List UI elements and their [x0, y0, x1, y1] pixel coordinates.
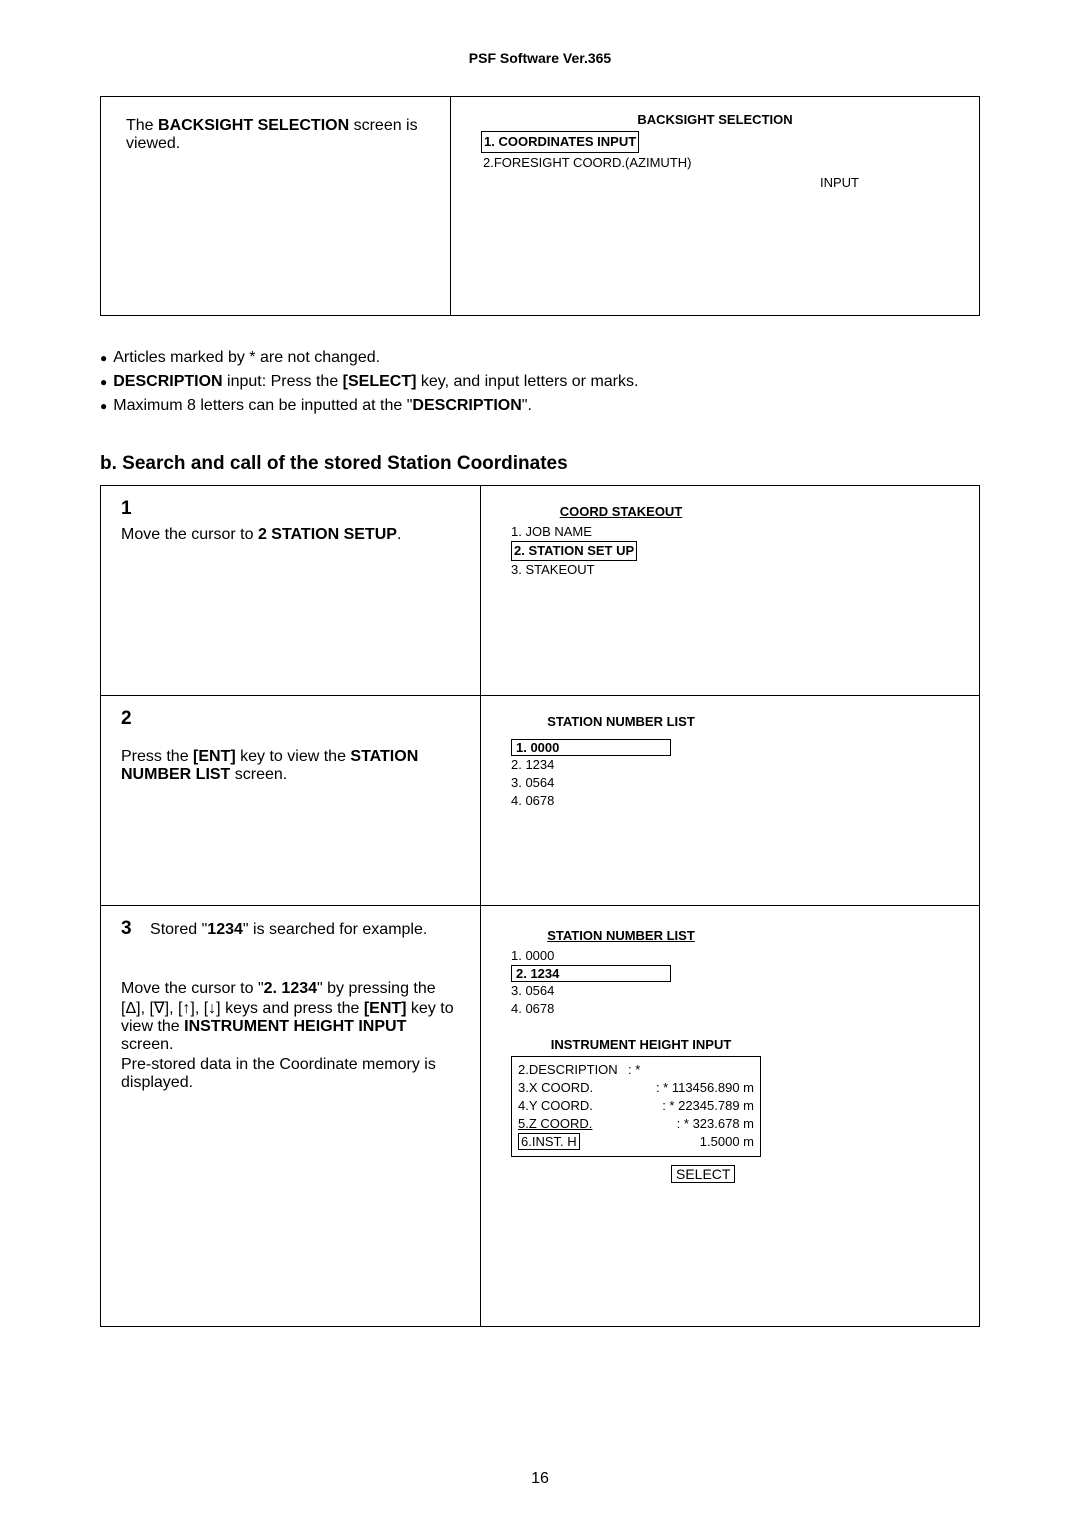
- screen-title: STATION NUMBER LIST: [511, 714, 731, 729]
- screen-line: 3. STAKEOUT: [511, 561, 949, 579]
- text: The: [126, 117, 158, 134]
- text: key to view the: [236, 748, 351, 765]
- screen-line: 1. 0000: [511, 947, 949, 965]
- screen-line-selected: 2. 1234: [511, 965, 671, 982]
- step-left: 1 Move the cursor to 2 STATION SETUP.: [101, 486, 481, 695]
- text: Move the cursor to ": [121, 980, 264, 997]
- text: Move the cursor to: [121, 526, 258, 543]
- step-row: 2 Press the [ENT] key to view the STATIO…: [101, 696, 979, 906]
- text: screen.: [230, 766, 287, 783]
- mini-screen: STATION NUMBER LIST 1. 0000 2. 1234 3. 0…: [511, 714, 949, 811]
- text: Articles marked by * are not changed.: [113, 349, 380, 366]
- text: " is searched for example.: [243, 921, 427, 938]
- screen-line: 2. 1234: [511, 756, 949, 774]
- step-row: 1 Move the cursor to 2 STATION SETUP. CO…: [101, 486, 979, 696]
- text-bold: DESCRIPTION: [412, 397, 521, 414]
- text-bold: DESCRIPTION: [113, 373, 222, 390]
- instrument-box: 2.DESCRIPTION: * 3.X COORD.: * 113456.89…: [511, 1056, 761, 1157]
- label: 2.DESCRIPTION: [518, 1061, 628, 1079]
- step-number: 1: [121, 498, 460, 520]
- text-bold: 2. 1234: [264, 980, 317, 997]
- text: key, and input letters or marks.: [416, 373, 638, 390]
- instrument-title: INSTRUMENT HEIGHT INPUT: [511, 1037, 771, 1052]
- mini-screen: COORD STAKEOUT 1. JOB NAME 2. STATION SE…: [511, 504, 949, 580]
- top-left-text: The BACKSIGHT SELECTION screen is viewed…: [101, 97, 451, 315]
- text: Maximum 8 letters can be inputted at the…: [113, 397, 412, 414]
- bullet: DESCRIPTION input: Press the [SELECT] ke…: [100, 370, 980, 394]
- step-left: 2 Press the [ENT] key to view the STATIO…: [101, 696, 481, 905]
- value: : * 22345.789 m: [628, 1097, 754, 1115]
- text-bold: 1234: [207, 921, 243, 938]
- step-right: COORD STAKEOUT 1. JOB NAME 2. STATION SE…: [481, 486, 979, 695]
- text-bold: [ENT]: [364, 1000, 407, 1017]
- screen-line: 4. 0678: [511, 792, 949, 810]
- steps-table: 1 Move the cursor to 2 STATION SETUP. CO…: [100, 485, 980, 1327]
- bullets: Articles marked by * are not changed. DE…: [100, 346, 980, 418]
- section-heading: b. Search and call of the stored Station…: [100, 453, 980, 475]
- text: input: Press the: [223, 373, 343, 390]
- step-right: STATION NUMBER LIST 1. 0000 2. 1234 3. 0…: [481, 906, 979, 1326]
- text-bold: BACKSIGHT SELECTION: [158, 117, 349, 134]
- text: Pre-stored data in the Coordinate memory…: [121, 1056, 460, 1092]
- screen-line: 3. 0564: [511, 982, 949, 1000]
- text: Press the: [121, 748, 193, 765]
- page-header: PSF Software Ver.365: [100, 50, 980, 66]
- mini-screen: STATION NUMBER LIST 1. 0000 2. 1234 3. 0…: [511, 928, 949, 1019]
- value: : * 113456.890 m: [628, 1079, 754, 1097]
- text: 1. 0000: [516, 740, 559, 755]
- text: 2. 1234: [516, 966, 559, 981]
- bullet: Articles marked by * are not changed.: [100, 346, 980, 370]
- page-number: 16: [531, 1470, 549, 1488]
- screen-line: 3. 0564: [511, 774, 949, 792]
- text-bold: [SELECT]: [343, 373, 417, 390]
- top-box: The BACKSIGHT SELECTION screen is viewed…: [100, 96, 980, 316]
- text: Stored ": [150, 921, 207, 938]
- step-left: 3 Stored "1234" is searched for example.…: [101, 906, 481, 1326]
- top-right-screen: BACKSIGHT SELECTION 1. COORDINATES INPUT…: [451, 97, 979, 315]
- screen-title: COORD STAKEOUT: [511, 504, 731, 519]
- text: .: [397, 526, 401, 543]
- text-bold: INSTRUMENT HEIGHT INPUT: [184, 1018, 406, 1035]
- screen-option: INPUT: [481, 173, 949, 193]
- label: 4.Y COORD.: [518, 1097, 628, 1115]
- label: 5.Z COORD.: [518, 1115, 628, 1133]
- text-bold: [ENT]: [193, 748, 236, 765]
- value: : * 323.678 m: [628, 1115, 754, 1133]
- label-selected: 6.INST. H: [518, 1133, 580, 1150]
- select-button[interactable]: SELECT: [671, 1165, 735, 1183]
- value: 1.5000 m: [628, 1133, 754, 1151]
- screen-line: 1. JOB NAME: [511, 523, 949, 541]
- step-number: 2: [121, 708, 460, 730]
- screen-title: BACKSIGHT SELECTION: [481, 112, 949, 127]
- step-right: STATION NUMBER LIST 1. 0000 2. 1234 3. 0…: [481, 696, 979, 905]
- screen-line-selected: 1. 0000: [511, 739, 671, 756]
- screen-option: 2.FORESIGHT COORD.(AZIMUTH): [481, 153, 949, 173]
- text: screen.: [121, 1036, 173, 1053]
- step-number: 3: [121, 918, 132, 939]
- text-bold: 2 STATION SETUP: [258, 526, 397, 543]
- label: 3.X COORD.: [518, 1079, 628, 1097]
- screen-line: 4. 0678: [511, 1000, 949, 1018]
- screen-title: STATION NUMBER LIST: [511, 928, 731, 943]
- text: ".: [522, 397, 532, 414]
- value: : *: [628, 1061, 640, 1079]
- screen-line-selected: 2. STATION SET UP: [511, 541, 637, 561]
- bullet: Maximum 8 letters can be inputted at the…: [100, 394, 980, 418]
- step-row: 3 Stored "1234" is searched for example.…: [101, 906, 979, 1326]
- screen-option-selected: 1. COORDINATES INPUT: [481, 131, 639, 153]
